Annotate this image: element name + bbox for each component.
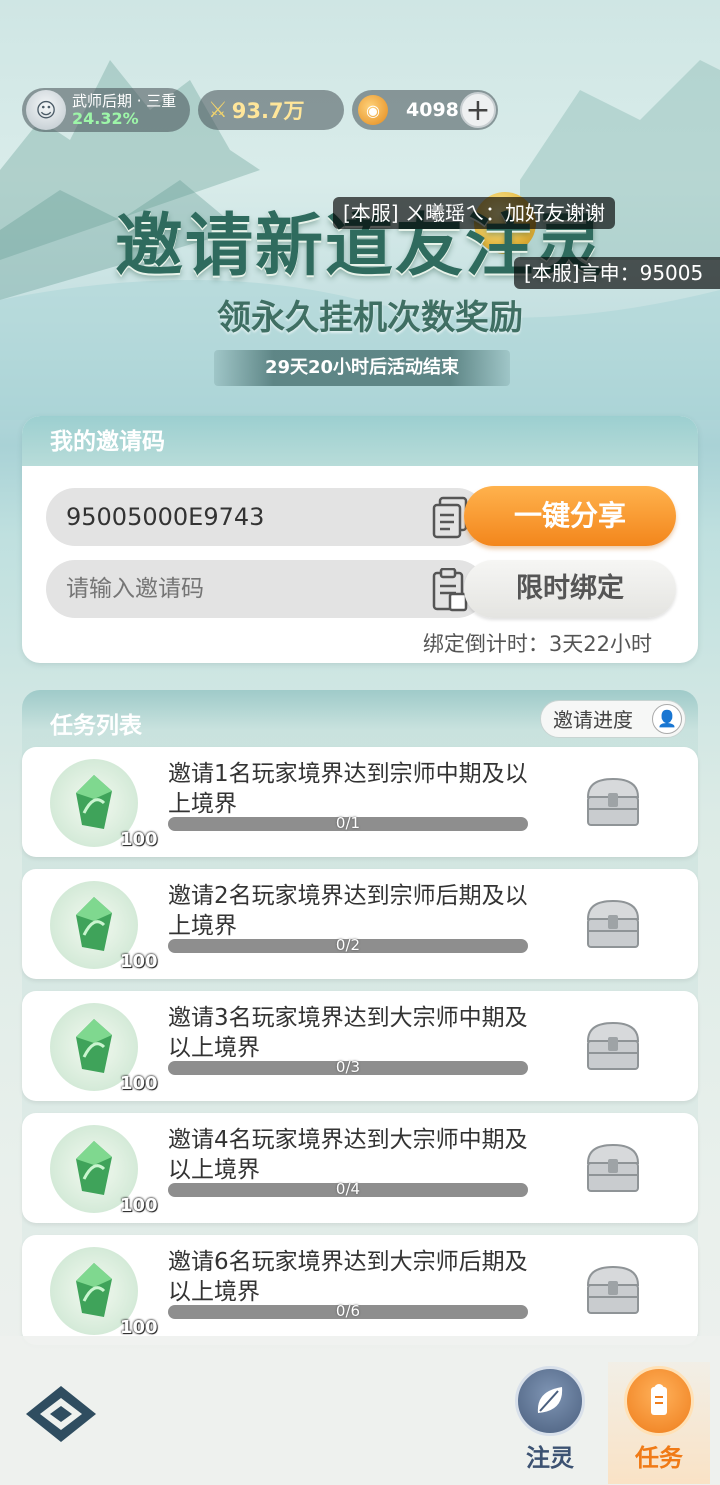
reward-count: 100: [120, 829, 158, 850]
reward-icon[interactable]: 100: [50, 1247, 158, 1338]
combat-power-value: 93.7万: [231, 99, 305, 123]
chat-bullet: [本服] ㄨ曦瑶ㄟ：加好友谢谢: [333, 197, 615, 229]
task-progress-text: 0/4: [335, 1180, 361, 1198]
reward-count: 100: [120, 1195, 158, 1216]
task-progress-text: 0/2: [335, 936, 361, 954]
task-item: 100 邀请1名玩家境界达到宗师中期及以上境界 0/1: [22, 747, 698, 857]
treasure-chest-icon[interactable]: [582, 1017, 644, 1073]
my-invite-code: 95005000E9743: [46, 488, 486, 546]
add-user-icon: 👤: [652, 704, 682, 734]
nav-task-tab[interactable]: 任务: [608, 1362, 710, 1484]
bind-countdown: 绑定倒计时：3天22小时: [422, 632, 652, 656]
reward-icon[interactable]: 100: [50, 881, 158, 972]
jade-gem-icon: [76, 1019, 112, 1073]
jade-gem-icon: [76, 897, 112, 951]
invite-card-header: 我的邀请码: [22, 416, 698, 466]
task-progress-text: 0/1: [335, 814, 361, 832]
combat-power[interactable]: ⚔ 93.7万: [198, 90, 344, 130]
task-item: 100 邀请2名玩家境界达到宗师后期及以上境界 0/2: [22, 869, 698, 979]
task-description: 邀请6名玩家境界达到大宗师后期及以上境界: [168, 1249, 528, 1305]
rank-name: 武师后期 · 三重: [72, 92, 177, 110]
reward-icon[interactable]: 100: [50, 759, 158, 850]
treasure-chest-icon[interactable]: [582, 1261, 644, 1317]
invite-code-input[interactable]: [46, 560, 486, 618]
event-subtitle: 领永久挂机次数奖励: [217, 298, 523, 338]
treasure-chest-icon[interactable]: [582, 1139, 644, 1195]
jade-gem-icon: [76, 1141, 112, 1195]
reward-icon[interactable]: 100: [50, 1003, 158, 1094]
menu-logo-icon[interactable]: [24, 1384, 98, 1444]
treasure-chest-icon[interactable]: [582, 773, 644, 829]
chat-bullet: [本服]言申：95005: [514, 257, 720, 289]
jade-gem-icon: [76, 775, 112, 829]
invite-code-card: 我的邀请码 95005000E9743 一键分享 限时绑定 绑定倒计时：3天22…: [22, 416, 698, 663]
jade-gem-icon: [76, 1263, 112, 1317]
nav-spirit-label: 注灵: [526, 1444, 574, 1472]
task-list-title: 任务列表: [50, 713, 142, 739]
enter-code-row: 限时绑定: [46, 560, 676, 618]
invite-progress-label: 邀请进度: [553, 708, 633, 732]
task-progress-bar: 0/3: [168, 1058, 528, 1076]
treasure-chest-icon[interactable]: [582, 895, 644, 951]
my-code-row: 95005000E9743 一键分享: [46, 486, 676, 546]
bind-button[interactable]: 限时绑定: [464, 560, 676, 618]
reward-count: 100: [120, 951, 158, 972]
task-progress-bar: 0/6: [168, 1302, 528, 1320]
task-list-panel: 任务列表 邀请进度 👤 100 邀请1名玩家境界达到宗师中期及以上境界 0/1: [22, 690, 698, 1345]
share-button[interactable]: 一键分享: [464, 486, 676, 546]
invite-progress-button[interactable]: 邀请进度 👤: [540, 700, 686, 738]
event-countdown: 29天20小时后活动结束: [214, 350, 510, 386]
nav-spirit-tab[interactable]: 注灵: [502, 1366, 598, 1476]
reward-icon[interactable]: 100: [50, 1125, 158, 1216]
task-description: 邀请3名玩家境界达到大宗师中期及以上境界: [168, 1005, 528, 1061]
task-progress-text: 0/6: [335, 1302, 361, 1320]
scroll-icon: [624, 1366, 694, 1436]
spirit-coin-icon: ◉: [358, 95, 388, 125]
rank-status[interactable]: ☺ 武师后期 · 三重 24.32%: [22, 88, 190, 132]
nav-task-label: 任务: [635, 1444, 683, 1472]
warrior-avatar-icon: ☺: [26, 90, 66, 130]
task-progress-bar: 0/2: [168, 936, 528, 954]
task-item: 100 邀请6名玩家境界达到大宗师后期及以上境界 0/6: [22, 1235, 698, 1345]
task-progress-text: 0/3: [335, 1058, 361, 1076]
currency-value: 4098: [406, 99, 459, 121]
task-description: 邀请2名玩家境界达到宗师后期及以上境界: [168, 883, 528, 939]
leaf-icon: [515, 1366, 585, 1436]
task-progress-bar: 0/4: [168, 1180, 528, 1198]
crossed-swords-icon: ⚔: [208, 97, 228, 123]
task-description: 邀请4名玩家境界达到大宗师中期及以上境界: [168, 1127, 528, 1183]
reward-count: 100: [120, 1073, 158, 1094]
task-progress-bar: 0/1: [168, 814, 528, 832]
task-item: 100 邀请3名玩家境界达到大宗师中期及以上境界 0/3: [22, 991, 698, 1101]
task-description: 邀请1名玩家境界达到宗师中期及以上境界: [168, 761, 528, 817]
task-item: 100 邀请4名玩家境界达到大宗师中期及以上境界 0/4: [22, 1113, 698, 1223]
currency-display[interactable]: ◉ 4098 +: [352, 90, 498, 130]
rank-progress: 24.32%: [72, 109, 139, 128]
plus-icon[interactable]: +: [460, 92, 496, 128]
reward-count: 100: [120, 1317, 158, 1338]
